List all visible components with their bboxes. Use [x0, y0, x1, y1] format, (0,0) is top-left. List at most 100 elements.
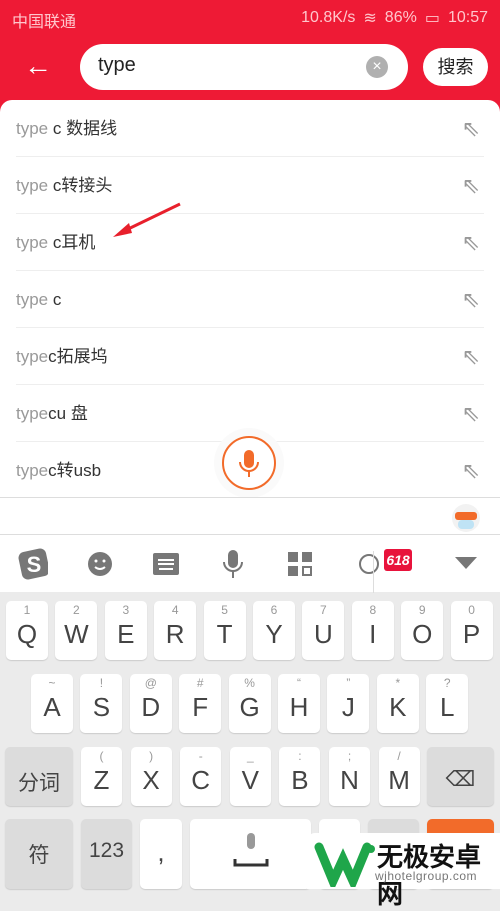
numbers-key[interactable]: 123 — [81, 819, 132, 889]
key-q[interactable]: 1Q — [6, 601, 48, 660]
svg-text:S: S — [27, 552, 42, 577]
battery-icon: ▭ — [424, 10, 440, 27]
key-label: U — [314, 619, 333, 649]
status-bar: 中国联通 10.8K/s ≋ 86% ▭ 10:57 — [0, 0, 500, 35]
key-label: L — [439, 692, 455, 722]
suggestion-item[interactable]: type c转接头 ⇖ — [16, 157, 484, 214]
key-label: , — [157, 837, 165, 867]
key-z[interactable]: (Z — [81, 747, 122, 806]
suggestion-text: c转接头 — [48, 176, 113, 195]
key-e[interactable]: 3E — [104, 601, 147, 660]
key-label: W — [64, 619, 89, 649]
key-i[interactable]: 8I — [351, 601, 394, 660]
key-label: Q — [16, 619, 38, 649]
watermark-url: wjhotelgroup.com — [375, 869, 478, 883]
key-label: 符 — [28, 844, 50, 867]
key-j[interactable]: ” J — [327, 674, 370, 733]
key-h[interactable]: “H — [278, 674, 320, 733]
suggestion-item[interactable]: type c 数据线 ⇖ — [16, 100, 484, 157]
search-input[interactable] — [98, 54, 358, 77]
symbol-key[interactable]: 符 — [5, 819, 73, 889]
key-secondary: 4 — [171, 603, 179, 617]
key-c[interactable]: -C — [180, 747, 222, 806]
key-label: G — [239, 692, 260, 722]
suggestion-item[interactable]: typec拓展坞 ⇖ — [16, 328, 484, 385]
key-label: 123 — [88, 839, 125, 862]
backspace-key[interactable]: ⌫ — [427, 747, 494, 806]
key-b[interactable]: :B — [279, 747, 321, 806]
suggestion-prefix: type — [16, 176, 49, 195]
key-label: I — [369, 619, 377, 649]
key-d[interactable]: @ D — [129, 674, 172, 733]
key-r[interactable]: 4R — [154, 601, 197, 660]
key-secondary: ” — [346, 676, 351, 690]
key-v[interactable]: _ V — [229, 747, 271, 806]
search-icon[interactable] — [352, 549, 382, 579]
backspace-icon: ⌫ — [445, 768, 476, 791]
apps-grid-icon[interactable] — [285, 549, 315, 579]
key-p[interactable]: 0P — [450, 601, 493, 660]
key-s[interactable]: ! S — [80, 674, 123, 733]
divider — [373, 551, 374, 593]
search-button[interactable]: 搜索 — [423, 48, 488, 86]
fill-arrow-icon[interactable]: ⇖ — [462, 271, 480, 328]
watermark-logo-icon — [314, 842, 375, 887]
key-label: P — [462, 619, 481, 649]
key-k[interactable]: * K — [376, 674, 419, 733]
key-label: A — [43, 692, 61, 722]
key-t[interactable]: 5T — [203, 601, 246, 660]
suggestion-text: c耳机 — [48, 233, 96, 252]
search-box[interactable]: × — [80, 44, 408, 90]
microphone-icon[interactable] — [218, 549, 248, 579]
fill-arrow-icon[interactable]: ⇖ — [462, 214, 480, 271]
suggestion-text: c转usb — [48, 461, 102, 480]
keyboard-toolbar: S 618 — [0, 535, 500, 593]
voice-search-button[interactable] — [222, 436, 276, 490]
fill-arrow-icon[interactable]: ⇖ — [462, 442, 480, 499]
key-o[interactable]: 9O — [401, 601, 444, 660]
keyboard-icon[interactable] — [151, 549, 181, 579]
key-w[interactable]: 2W — [55, 601, 98, 660]
key-l[interactable]: ? L — [426, 674, 469, 733]
back-arrow-icon[interactable]: ← — [24, 50, 52, 82]
fill-arrow-icon[interactable]: ⇖ — [462, 385, 480, 442]
key-a[interactable]: ~ A — [31, 674, 73, 733]
comma-key[interactable]: , — [140, 819, 182, 889]
suggestion-text: c — [48, 290, 62, 309]
suggestion-item[interactable]: type c耳机 ⇖ — [16, 214, 484, 271]
key-secondary: 2 — [73, 603, 80, 617]
key-secondary: 3 — [122, 603, 130, 617]
suggestion-item[interactable]: typecu 盘 ⇖ — [16, 385, 484, 442]
key-label: R — [165, 619, 185, 649]
fill-arrow-icon[interactable]: ⇖ — [462, 328, 480, 385]
net-speed: 10.8K/s — [301, 9, 356, 26]
promo-618-icon[interactable]: 618 — [384, 549, 412, 571]
key-secondary: 1 — [23, 603, 31, 617]
key-n[interactable]: ; N — [329, 747, 370, 806]
suggestion-prefix: type — [16, 290, 49, 309]
key-secondary: ; — [347, 749, 352, 763]
suggestion-prefix: type — [16, 233, 49, 252]
segment-key[interactable]: 分词 — [5, 747, 73, 806]
sogou-logo-icon[interactable]: S — [18, 548, 48, 580]
fill-arrow-icon[interactable]: ⇖ — [462, 100, 480, 157]
key-label: D — [141, 692, 161, 722]
key-y[interactable]: 6Y — [253, 601, 295, 660]
clock: 10:57 — [447, 9, 488, 26]
mascot-icon[interactable] — [452, 504, 480, 532]
fill-arrow-icon[interactable]: ⇖ — [462, 157, 480, 214]
key-u[interactable]: 7U — [302, 601, 345, 660]
watermark: 无极安卓网 wjhotelgroup.com — [307, 833, 500, 909]
space-key[interactable] — [190, 819, 311, 889]
collapse-keyboard-icon[interactable] — [451, 549, 481, 579]
clear-icon[interactable]: × — [366, 56, 388, 78]
key-m[interactable]: / M — [378, 747, 420, 806]
key-g[interactable]: % G — [228, 674, 271, 733]
emoji-icon[interactable] — [85, 549, 115, 579]
key-x[interactable]: ) X — [130, 747, 172, 806]
key-f[interactable]: # F — [179, 674, 222, 733]
microphone-icon — [239, 450, 259, 477]
key-secondary: 7 — [320, 603, 327, 617]
key-label: F — [192, 692, 209, 722]
suggestion-item[interactable]: type c ⇖ — [16, 271, 484, 328]
